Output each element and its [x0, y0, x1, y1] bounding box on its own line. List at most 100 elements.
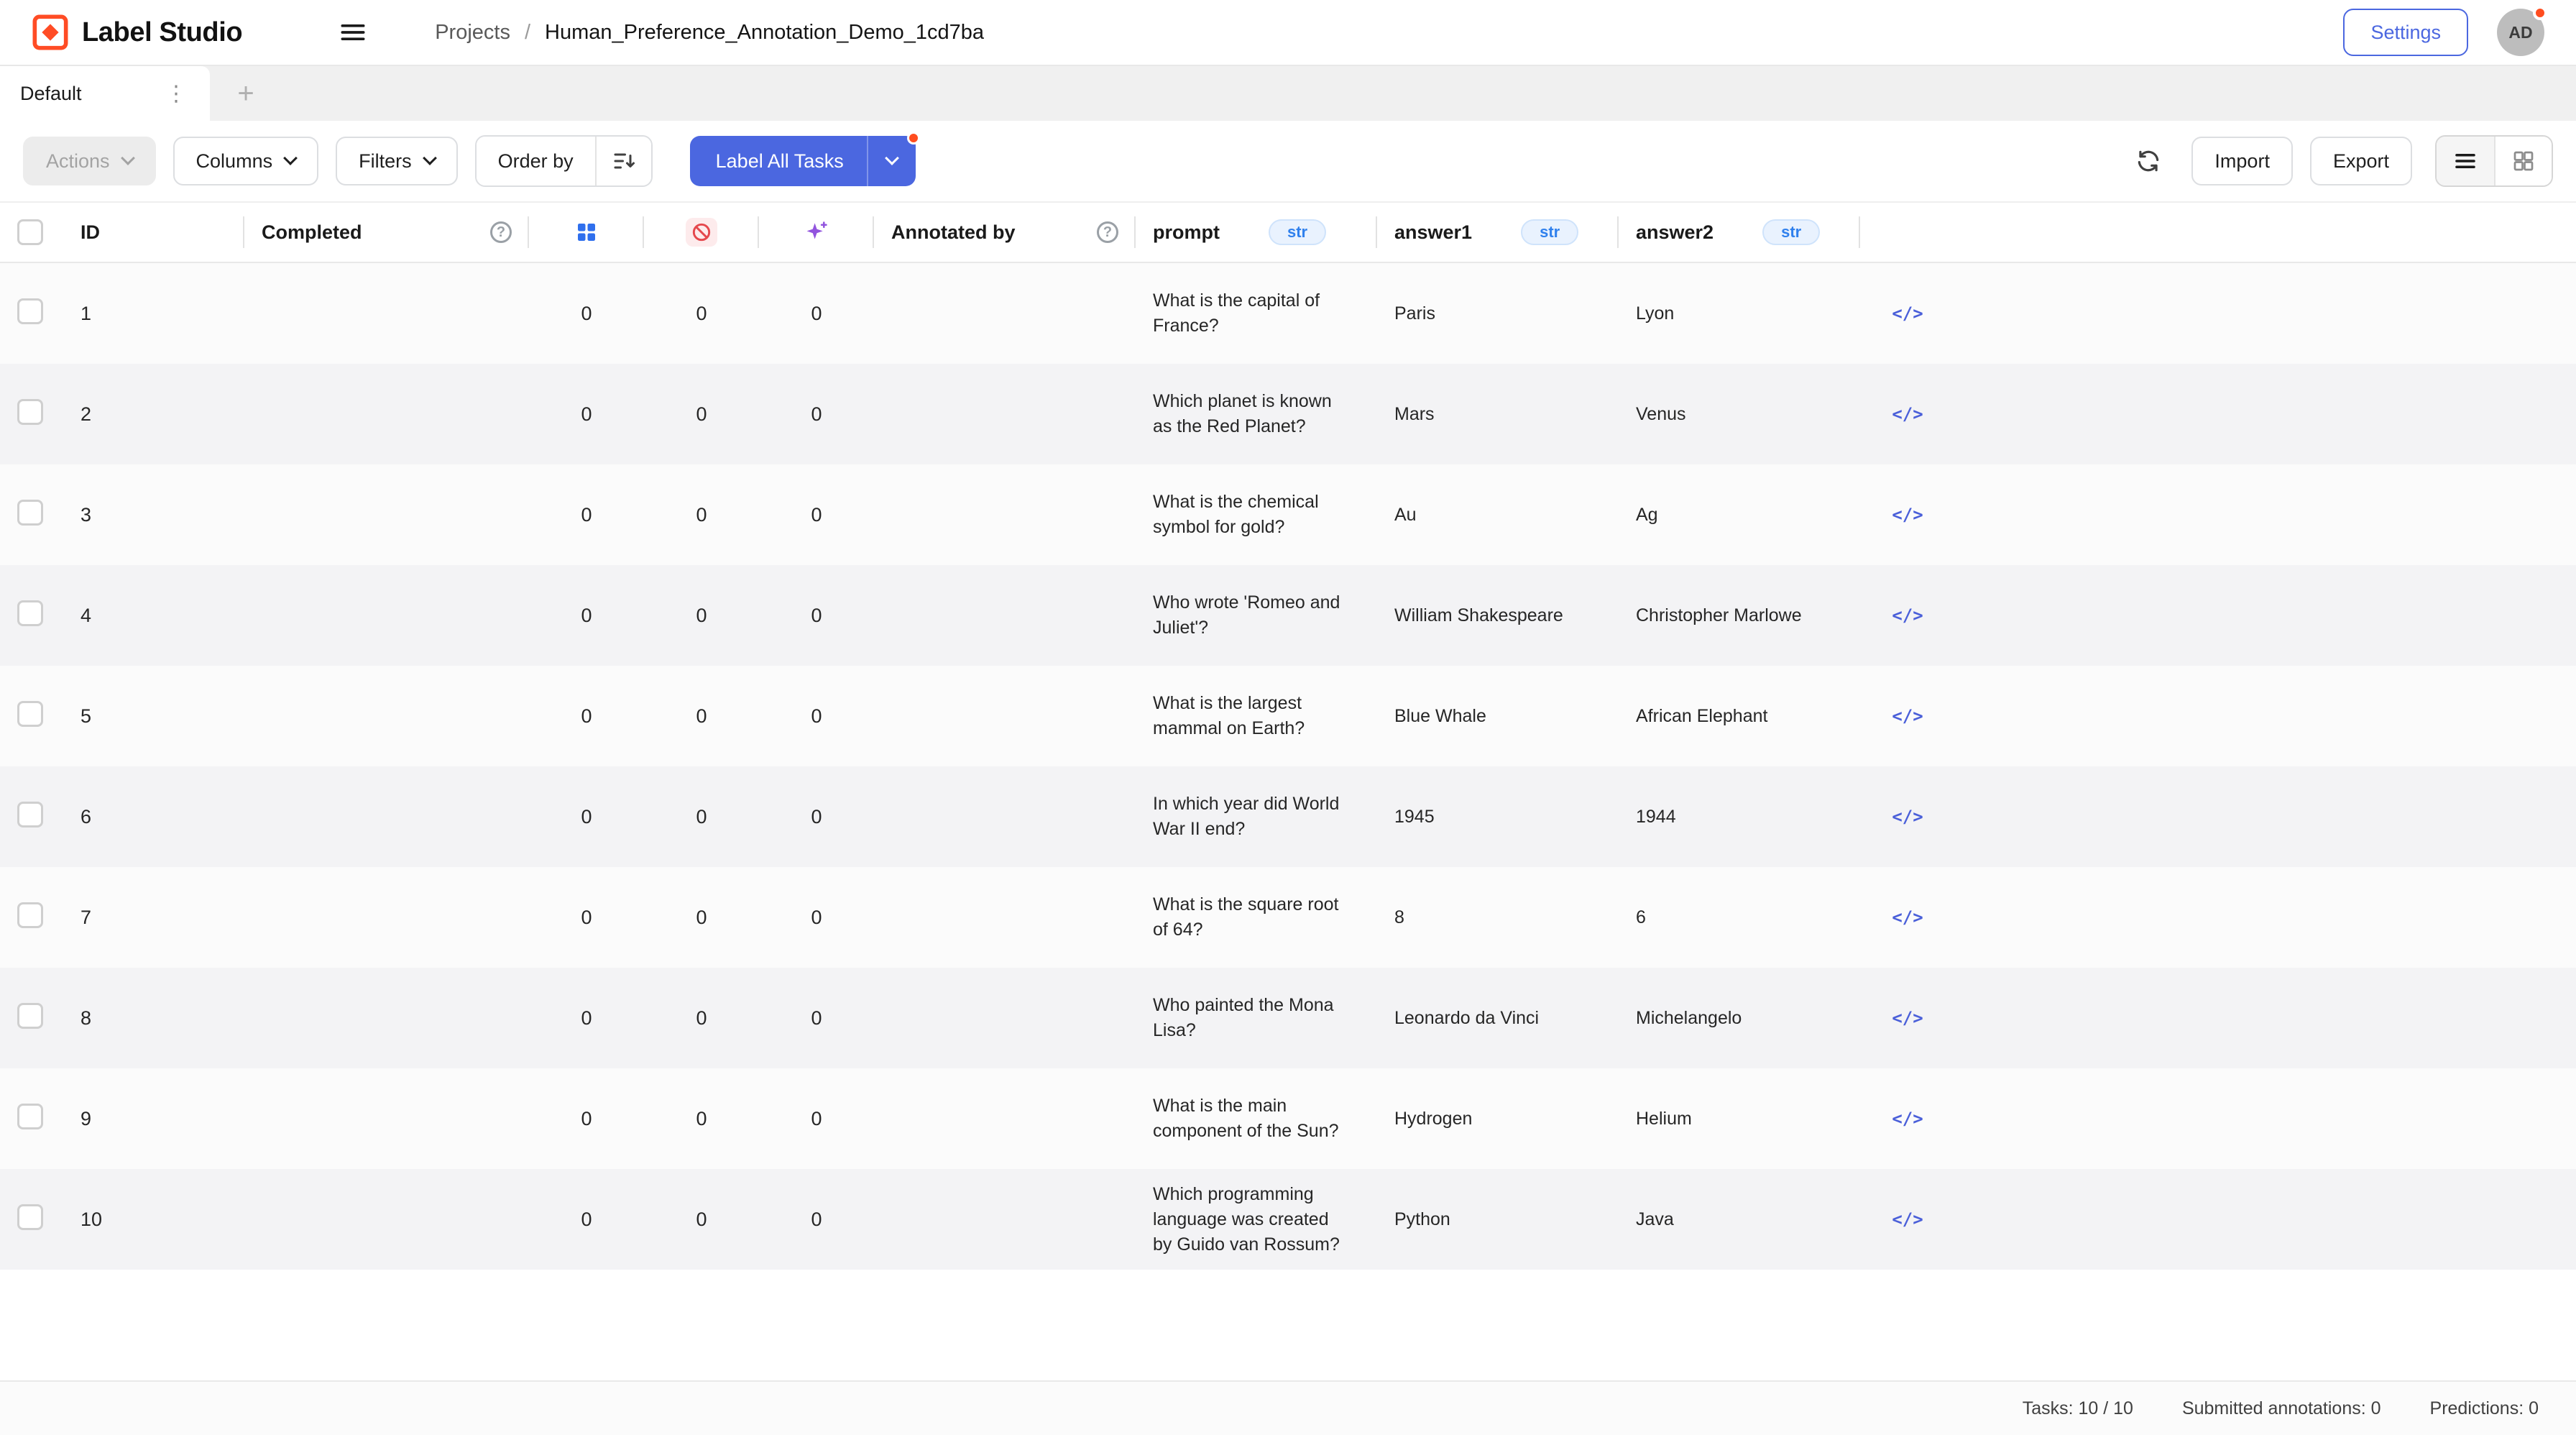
row-answer2: African Elephant: [1619, 704, 1860, 729]
chevron-down-icon: [283, 151, 298, 165]
row-prompt: What is the main component of the Sun?: [1136, 1094, 1377, 1144]
add-tab-button[interactable]: +: [221, 69, 270, 118]
row-annotations-count: 0: [529, 605, 644, 627]
row-cancelled-count: 0: [644, 907, 759, 929]
row-checkbox[interactable]: [17, 399, 43, 425]
table-row[interactable]: 6 0 0 0 In which year did World War II e…: [0, 766, 2576, 867]
row-id: 7: [63, 907, 244, 929]
row-checkbox[interactable]: [17, 902, 43, 928]
column-header-prompt[interactable]: prompt str: [1136, 203, 1377, 262]
row-source-cell: </>: [1860, 505, 1955, 525]
row-cancelled-count: 0: [644, 605, 759, 627]
grid-view-button[interactable]: [2494, 137, 2552, 185]
column-header-predictions[interactable]: [759, 203, 874, 262]
label-all-tasks-button[interactable]: Label All Tasks: [690, 136, 916, 186]
settings-button[interactable]: Settings: [2343, 9, 2468, 56]
row-answer2: Helium: [1619, 1106, 1860, 1132]
row-id: 6: [63, 806, 244, 828]
row-select-cell: [0, 600, 63, 631]
sort-direction-button[interactable]: [595, 137, 651, 185]
select-all-cell: [0, 203, 63, 262]
source-code-icon[interactable]: </>: [1892, 605, 1923, 625]
notification-dot: [907, 132, 920, 145]
avatar[interactable]: AD: [2497, 9, 2544, 56]
actions-dropdown[interactable]: Actions: [23, 137, 156, 185]
source-code-icon[interactable]: </>: [1892, 706, 1923, 726]
refresh-button[interactable]: [2122, 137, 2174, 185]
list-view-icon: [2452, 148, 2478, 174]
row-checkbox[interactable]: [17, 802, 43, 827]
source-code-icon[interactable]: </>: [1892, 1008, 1923, 1028]
row-select-cell: [0, 1003, 63, 1034]
column-header-id[interactable]: ID: [63, 203, 244, 262]
row-checkbox[interactable]: [17, 500, 43, 526]
avatar-initials: AD: [2508, 23, 2532, 42]
row-id: 9: [63, 1108, 244, 1130]
column-header-answer2[interactable]: answer2 str: [1619, 203, 1860, 262]
table-body: 1 0 0 0 What is the capital of France? P…: [0, 263, 2576, 1270]
row-answer1: William Shakespeare: [1377, 603, 1619, 628]
help-icon: ?: [490, 221, 512, 243]
table-row[interactable]: 5 0 0 0 What is the largest mammal on Ea…: [0, 666, 2576, 766]
source-code-icon[interactable]: </>: [1892, 1109, 1923, 1129]
source-code-icon[interactable]: </>: [1892, 303, 1923, 324]
column-header-completed[interactable]: Completed ?: [244, 203, 529, 262]
row-prompt: Who painted the Mona Lisa?: [1136, 993, 1377, 1043]
str-type-badge: str: [1521, 219, 1578, 245]
filters-dropdown[interactable]: Filters: [336, 137, 458, 185]
list-view-button[interactable]: [2437, 137, 2494, 185]
row-checkbox[interactable]: [17, 1104, 43, 1129]
menu-hamburger-button[interactable]: [337, 17, 369, 48]
row-checkbox[interactable]: [17, 1204, 43, 1230]
row-answer2: Ag: [1619, 503, 1860, 528]
table-row[interactable]: 10 0 0 0 Which programming language was …: [0, 1169, 2576, 1270]
row-select-cell: [0, 902, 63, 933]
columns-label: Columns: [196, 150, 273, 173]
row-answer2: Venus: [1619, 402, 1860, 427]
column-header-annotations[interactable]: [529, 203, 644, 262]
source-code-icon[interactable]: </>: [1892, 505, 1923, 525]
table-row[interactable]: 1 0 0 0 What is the capital of France? P…: [0, 263, 2576, 364]
row-prompt: Which planet is known as the Red Planet?: [1136, 389, 1377, 439]
table-row[interactable]: 7 0 0 0 What is the square root of 64? 8…: [0, 867, 2576, 968]
source-code-icon[interactable]: </>: [1892, 807, 1923, 827]
table-row[interactable]: 4 0 0 0 Who wrote 'Romeo and Juliet'? Wi…: [0, 565, 2576, 666]
tab-menu-kebab-icon[interactable]: ⋮: [162, 81, 190, 106]
table-row[interactable]: 8 0 0 0 Who painted the Mona Lisa? Leona…: [0, 968, 2576, 1068]
order-by-button[interactable]: Order by: [477, 137, 595, 185]
select-all-checkbox[interactable]: [17, 219, 43, 245]
row-checkbox[interactable]: [17, 701, 43, 727]
tab-default[interactable]: Default ⋮: [0, 66, 210, 121]
row-id: 4: [63, 605, 244, 627]
order-by-label: Order by: [498, 150, 574, 173]
table-row[interactable]: 9 0 0 0 What is the main component of th…: [0, 1068, 2576, 1169]
import-label: Import: [2214, 150, 2270, 173]
source-code-icon[interactable]: </>: [1892, 1209, 1923, 1229]
row-predictions-count: 0: [759, 303, 874, 325]
row-cancelled-count: 0: [644, 1007, 759, 1030]
row-checkbox[interactable]: [17, 298, 43, 324]
row-id: 10: [63, 1209, 244, 1231]
export-button[interactable]: Export: [2310, 137, 2412, 185]
column-header-annotated-by[interactable]: Annotated by ?: [874, 203, 1136, 262]
brand[interactable]: Label Studio: [32, 14, 242, 51]
row-cancelled-count: 0: [644, 1209, 759, 1231]
breadcrumb-projects-link[interactable]: Projects: [435, 21, 510, 45]
row-source-cell: </>: [1860, 605, 1955, 625]
row-checkbox[interactable]: [17, 600, 43, 626]
source-code-icon[interactable]: </>: [1892, 404, 1923, 424]
table-row[interactable]: 2 0 0 0 Which planet is known as the Red…: [0, 364, 2576, 464]
row-select-cell: [0, 802, 63, 833]
row-source-cell: </>: [1860, 303, 1955, 324]
row-answer1: Python: [1377, 1207, 1619, 1232]
table-row[interactable]: 3 0 0 0 What is the chemical symbol for …: [0, 464, 2576, 565]
row-select-cell: [0, 298, 63, 329]
columns-dropdown[interactable]: Columns: [173, 137, 319, 185]
column-header-source: [1860, 203, 1955, 262]
source-code-icon[interactable]: </>: [1892, 907, 1923, 927]
column-header-answer1[interactable]: answer1 str: [1377, 203, 1619, 262]
column-header-cancelled[interactable]: [644, 203, 759, 262]
import-button[interactable]: Import: [2191, 137, 2293, 185]
label-tasks-dropdown-toggle[interactable]: [868, 159, 916, 163]
row-checkbox[interactable]: [17, 1003, 43, 1029]
